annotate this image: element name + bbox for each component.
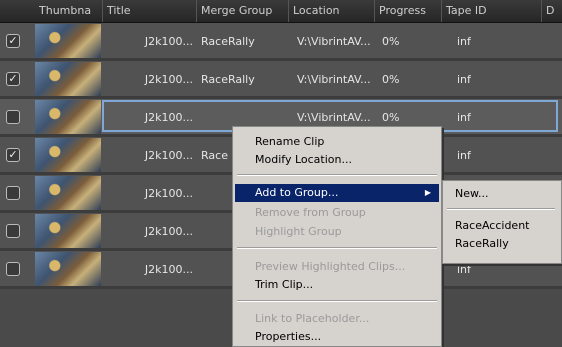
- submenu-item-new[interactable]: New...: [455, 185, 488, 203]
- clip-thumbnail: [35, 252, 101, 286]
- menu-item-rename-clip[interactable]: Rename Clip: [235, 133, 439, 151]
- column-merge-group[interactable]: Merge Group: [197, 0, 289, 22]
- merge-group-cell: Race: [201, 149, 228, 162]
- clip-title: J2k100...: [144, 225, 193, 238]
- column-tape-id[interactable]: Tape ID: [442, 0, 542, 22]
- checkbox[interactable]: ✓: [6, 34, 20, 48]
- menu-item-properties[interactable]: Properties...: [235, 328, 439, 346]
- submenu-item-raceaccident[interactable]: RaceAccident: [455, 217, 529, 235]
- table-row[interactable]: ✓ J2k100... RaceRally V:\VibrintAV... 0%…: [0, 61, 562, 99]
- merge-group-cell: RaceRally: [201, 35, 255, 48]
- column-thumbnail[interactable]: Thumbna: [35, 0, 103, 22]
- clip-thumbnail: [35, 62, 101, 96]
- menu-item-highlight-group: Highlight Group: [255, 225, 342, 238]
- column-header: Thumbna Title Merge Group Location Progr…: [0, 0, 562, 23]
- menu-item-modify-location[interactable]: Modify Location...: [235, 151, 439, 169]
- menu-item-trim-clip[interactable]: Trim Clip...: [235, 276, 439, 294]
- menu-item-label: Add to Group...: [255, 186, 339, 199]
- location-cell: V:\VibrintAV...: [297, 73, 371, 86]
- clip-title: J2k100...: [144, 35, 193, 48]
- menu-item-preview-highlighted-clips: Preview Highlighted Clips...: [255, 260, 406, 273]
- clip-title: J2k100...: [144, 187, 193, 200]
- clip-title: J2k100...: [144, 111, 193, 124]
- column-location[interactable]: Location: [289, 0, 375, 22]
- menu-separator: [237, 247, 437, 249]
- tape-id-cell: inf: [457, 73, 471, 86]
- menu-item-remove-from-group: Remove from Group: [255, 206, 366, 219]
- tape-id-cell: inf: [457, 149, 471, 162]
- tape-id-cell: inf: [457, 35, 471, 48]
- checkbox[interactable]: ✓: [6, 72, 20, 86]
- location-cell: V:\VibrintAV...: [297, 35, 371, 48]
- checkbox[interactable]: [6, 110, 20, 124]
- clip-title: J2k100...: [144, 263, 193, 276]
- menu-separator: [447, 208, 555, 210]
- checkbox[interactable]: [6, 262, 20, 276]
- menu-separator: [237, 174, 437, 176]
- clip-thumbnail: [35, 176, 101, 210]
- submenu-item-racerally[interactable]: RaceRally: [455, 235, 509, 253]
- menu-separator: [237, 300, 437, 302]
- progress-cell: 0%: [382, 35, 400, 48]
- checkbox[interactable]: ✓: [6, 148, 20, 162]
- context-menu: Rename Clip Modify Location... Add to Gr…: [232, 126, 442, 347]
- menu-item-link-to-placeholder: Link to Placeholder...: [255, 312, 370, 325]
- column-title[interactable]: Title: [103, 0, 197, 22]
- triangle-right-icon: ▶: [424, 188, 431, 197]
- clip-thumbnail: [35, 100, 101, 134]
- add-to-group-submenu: New... RaceAccident RaceRally: [442, 180, 562, 264]
- clip-thumbnail: [35, 138, 101, 172]
- clip-title: J2k100...: [144, 149, 193, 162]
- merge-group-cell: RaceRally: [201, 73, 255, 86]
- clip-title: J2k100...: [144, 73, 193, 86]
- column-progress[interactable]: Progress: [375, 0, 442, 22]
- clip-thumbnail: [35, 214, 101, 248]
- clip-thumbnail: [35, 24, 101, 58]
- progress-cell: 0%: [382, 73, 400, 86]
- menu-item-add-to-group[interactable]: Add to Group... ▶: [235, 184, 439, 202]
- tape-id-cell: inf: [457, 111, 471, 124]
- table-row[interactable]: ✓ J2k100... RaceRally V:\VibrintAV... 0%…: [0, 23, 562, 61]
- checkbox[interactable]: [6, 224, 20, 238]
- checkbox[interactable]: [6, 186, 20, 200]
- column-d[interactable]: D: [542, 0, 562, 22]
